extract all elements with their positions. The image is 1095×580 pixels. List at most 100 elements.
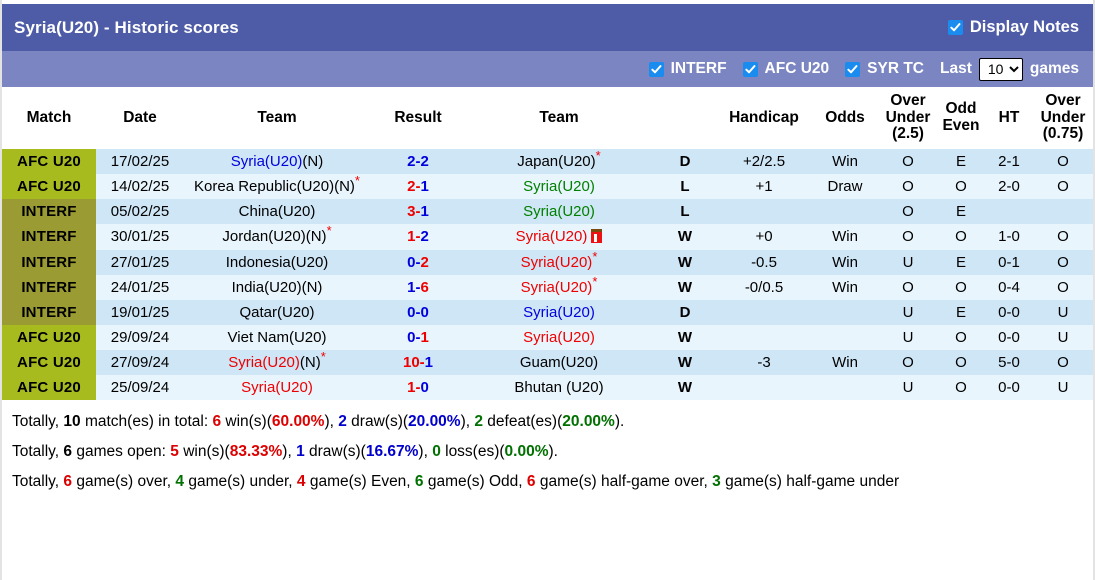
- s3-p5: game(s) Odd,: [423, 473, 527, 491]
- odds-result: [810, 199, 880, 225]
- table-row[interactable]: AFC U20 27/09/24 Syria(U20)(N)* 10-1 Guam(U2…: [2, 349, 1093, 376]
- match-tag[interactable]: INTERF: [2, 299, 96, 325]
- check-icon[interactable]: [648, 61, 664, 77]
- home-team[interactable]: India(U20)(N): [184, 274, 370, 300]
- away-team[interactable]: Syria(U20): [466, 174, 652, 200]
- away-team[interactable]: Japan(U20)*: [466, 149, 652, 175]
- odds-result: [810, 299, 880, 325]
- win-draw-loss: D: [652, 299, 718, 325]
- table-row[interactable]: INTERF 24/01/25 India(U20)(N) 1-6 Syria(U20)…: [2, 274, 1093, 300]
- red-card-icon: [591, 229, 603, 244]
- over-under-075-value: O: [1032, 149, 1093, 175]
- home-team-name: Jordan(U20): [222, 228, 306, 246]
- away-team[interactable]: Syria(U20): [466, 224, 652, 250]
- s2-p8: ).: [548, 443, 558, 461]
- score-home: 1: [407, 278, 416, 296]
- display-notes-toggle[interactable]: Display Notes: [947, 18, 1079, 37]
- s1-p4: ),: [324, 413, 339, 431]
- s2-draw-pct: 16.67%: [365, 443, 419, 461]
- col-header-odd-even: Odd Even: [936, 87, 986, 150]
- match-tag[interactable]: INTERF: [2, 274, 96, 300]
- table-row[interactable]: INTERF 05/02/25 China(U20) 3-1 Syria(U20) L O E: [2, 199, 1093, 225]
- odds-result: Win: [810, 349, 880, 376]
- table-row[interactable]: INTERF 19/01/25 Qatar(U20) 0-0 Syria(U20) D U E…: [2, 299, 1093, 325]
- filter-checkbox-interf[interactable]: INTERF: [648, 60, 727, 78]
- match-tag[interactable]: INTERF: [2, 249, 96, 275]
- match-tag[interactable]: AFC U20: [2, 149, 96, 175]
- s3-over: 6: [63, 473, 73, 491]
- col-header-odds: Odds: [810, 87, 880, 150]
- home-team[interactable]: Viet Nam(U20): [184, 324, 370, 350]
- summary-line-3: Totally, 6 game(s) over, 4 game(s) under…: [12, 467, 1083, 497]
- home-team[interactable]: Syria(U20): [184, 375, 370, 401]
- s2-p2: games open:: [72, 443, 171, 461]
- score-away: 0: [420, 303, 429, 321]
- historic-scores-table: Match Date Team Result Team Handicap Odd…: [2, 87, 1093, 401]
- score-away: 2: [420, 253, 429, 271]
- result-score: 1-6: [370, 274, 466, 300]
- away-team-name: Bhutan (U20): [514, 379, 604, 397]
- table-row[interactable]: INTERF 27/01/25 Indonesia(U20) 0-2 Syria(U20…: [2, 248, 1093, 275]
- games-count-select[interactable]: 510152030: [978, 57, 1023, 81]
- table-row[interactable]: AFC U20 17/02/25 Syria(U20)(N) 2-2 Japan(U20…: [2, 149, 1093, 175]
- over-under-075-value: O: [1032, 274, 1093, 300]
- note-star: *: [592, 248, 598, 264]
- odds-result: Win: [810, 249, 880, 275]
- home-team[interactable]: Indonesia(U20): [184, 249, 370, 275]
- away-team[interactable]: Syria(U20): [466, 324, 652, 350]
- match-tag[interactable]: INTERF: [2, 199, 96, 225]
- away-team[interactable]: Syria(U20): [466, 199, 652, 225]
- away-team[interactable]: Syria(U20)*: [466, 248, 652, 275]
- col-header-date: Date: [96, 87, 184, 150]
- s2-loss-pct: 0.00%: [504, 443, 549, 461]
- match-tag[interactable]: AFC U20: [2, 174, 96, 200]
- s2-losses: 0: [432, 443, 441, 461]
- match-date: 30/01/25: [96, 224, 184, 250]
- table-row[interactable]: AFC U20 29/09/24 Viet Nam(U20) 0-1 Syria(U20…: [2, 324, 1093, 350]
- result-score: 0-1: [370, 324, 466, 350]
- away-team[interactable]: Guam(U20): [466, 349, 652, 376]
- away-team[interactable]: Syria(U20)*: [466, 274, 652, 300]
- check-icon[interactable]: [742, 61, 758, 77]
- score-away: 2: [420, 153, 429, 171]
- filter-checkbox-syr-tc[interactable]: SYR TC: [845, 60, 924, 78]
- home-team[interactable]: China(U20): [184, 199, 370, 225]
- match-tag[interactable]: AFC U20: [2, 375, 96, 401]
- handicap-value: +2/2.5: [718, 149, 810, 175]
- home-team[interactable]: Qatar(U20): [184, 299, 370, 325]
- handicap-value: -0.5: [718, 249, 810, 275]
- match-tag[interactable]: INTERF: [2, 224, 96, 250]
- over-under-075-value: O: [1032, 349, 1093, 376]
- s3-p4: game(s) Even,: [305, 473, 415, 491]
- over-under-075-value: [1032, 199, 1093, 225]
- over-under-25-value: O: [880, 349, 936, 376]
- score-home: 3: [407, 203, 416, 221]
- s2-draws: 1: [296, 443, 305, 461]
- handicap-value: [718, 324, 810, 350]
- home-team[interactable]: Syria(U20)(N): [184, 149, 370, 175]
- over-under-075-value: O: [1032, 174, 1093, 200]
- home-team[interactable]: Jordan(U20)(N)*: [184, 224, 370, 250]
- home-team[interactable]: Syria(U20)(N)*: [184, 349, 370, 376]
- s2-p4: ),: [282, 443, 297, 461]
- filter-label-afc-u20: AFC U20: [764, 60, 830, 77]
- ou075-line3: (0.75): [1042, 125, 1084, 143]
- home-team[interactable]: Korea Republic(U20)(N)*: [184, 174, 370, 200]
- filter-checkbox-afc-u20[interactable]: AFC U20: [742, 60, 830, 78]
- over-under-075-value: U: [1032, 299, 1093, 325]
- table-row[interactable]: AFC U20 25/09/24 Syria(U20) 1-0 Bhutan (U20)…: [2, 375, 1093, 401]
- match-date: 24/01/25: [96, 274, 184, 300]
- match-tag[interactable]: AFC U20: [2, 349, 96, 376]
- match-tag[interactable]: AFC U20: [2, 324, 96, 350]
- win-draw-loss: W: [652, 349, 718, 376]
- table-row[interactable]: INTERF 30/01/25 Jordan(U20)(N)* 1-2 Syria(U2…: [2, 224, 1093, 250]
- win-draw-loss: W: [652, 375, 718, 401]
- over-under-25-value: O: [880, 224, 936, 250]
- away-team[interactable]: Bhutan (U20): [466, 375, 652, 401]
- check-icon[interactable]: [947, 20, 963, 35]
- table-row[interactable]: AFC U20 14/02/25 Korea Republic(U20)(N)* 2-…: [2, 174, 1093, 200]
- over-under-25-value: U: [880, 324, 936, 350]
- away-team[interactable]: Syria(U20): [466, 299, 652, 325]
- check-icon[interactable]: [845, 61, 861, 77]
- over-under-075-value: O: [1032, 224, 1093, 250]
